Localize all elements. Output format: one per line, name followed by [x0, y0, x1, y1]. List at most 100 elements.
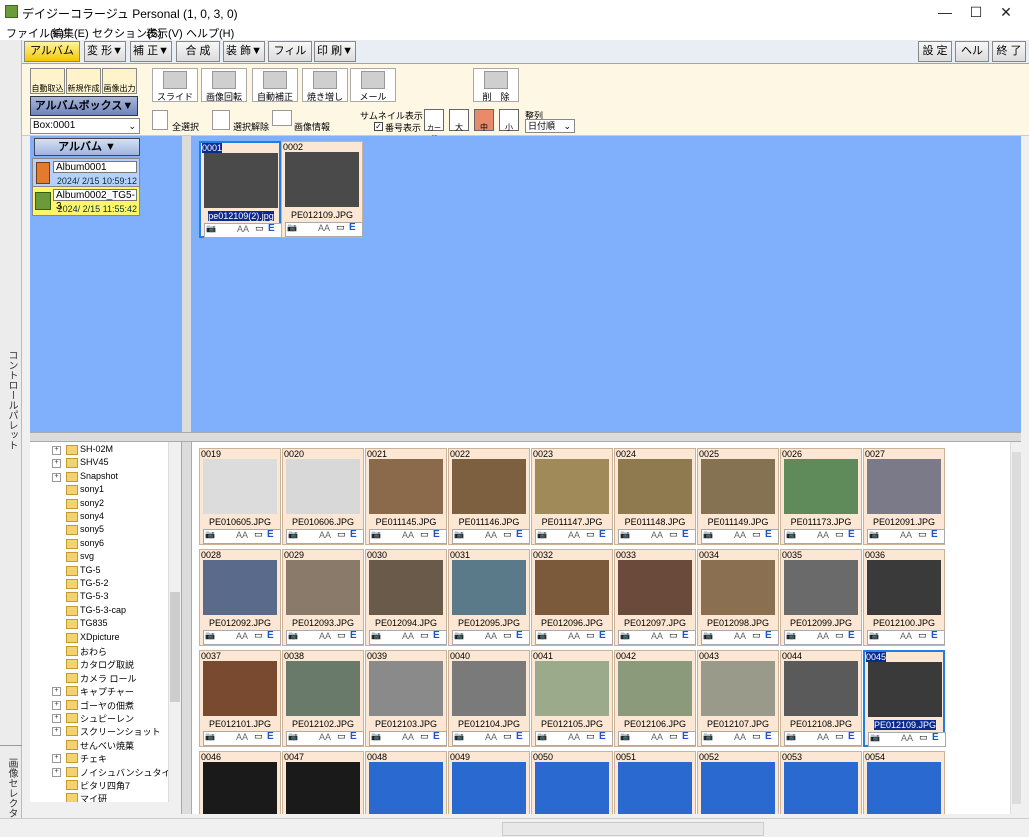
frame-icon[interactable]: ▭	[420, 529, 429, 540]
edit-icon[interactable]: E	[268, 223, 275, 234]
auto-import-button[interactable]: 自動取込	[30, 68, 65, 94]
camera-icon[interactable]: 📷	[869, 530, 879, 539]
thumbnail-card[interactable]: 0051📷AA▭E	[614, 751, 696, 814]
deselect-button[interactable]: 選択解除	[233, 120, 269, 133]
camera-icon[interactable]: 📷	[869, 631, 879, 640]
camera-icon[interactable]: 📷	[371, 631, 381, 640]
folder-tree-item[interactable]: sony4	[66, 511, 104, 524]
edit-icon[interactable]: E	[349, 222, 356, 233]
tree-hscrollbar[interactable]	[30, 802, 180, 814]
text-icon[interactable]: AA	[485, 732, 497, 742]
frame-icon[interactable]: ▭	[254, 630, 263, 641]
thumbnail-card[interactable]: 0039 PE012103.JPG 📷 AA ▭ E	[365, 650, 447, 747]
box-select[interactable]: Box:0001 ⌄	[30, 118, 140, 134]
mail-button[interactable]: メール	[350, 68, 396, 102]
folder-tree-item[interactable]: XDpicture	[66, 632, 120, 645]
text-icon[interactable]: AA	[319, 530, 331, 540]
thumbnail-card[interactable]: 0031 PE012095.JPG 📷 AA ▭ E	[448, 549, 530, 646]
text-icon[interactable]: AA	[900, 530, 912, 540]
tab-transform[interactable]: 変 形▼	[84, 41, 126, 62]
frame-icon[interactable]: ▭	[420, 731, 429, 742]
frame-icon[interactable]: ▭	[669, 630, 678, 641]
text-icon[interactable]: AA	[568, 631, 580, 641]
edit-icon[interactable]: E	[848, 630, 855, 641]
camera-icon[interactable]: 📷	[205, 631, 215, 640]
camera-icon[interactable]: 📷	[205, 732, 215, 741]
folder-tree-item[interactable]: + ゴーヤの佃煮	[52, 699, 134, 712]
text-icon[interactable]: AA	[236, 530, 248, 540]
thumbnail-card[interactable]: 0028 PE012092.JPG 📷 AA ▭ E	[199, 549, 281, 646]
thumbnail-card[interactable]: 0050📷AA▭E	[531, 751, 613, 814]
thumbnail-card[interactable]: 0035 PE012099.JPG 📷 AA ▭ E	[780, 549, 862, 646]
frame-icon[interactable]: ▭	[752, 630, 761, 641]
auto-correct-button[interactable]: 自動補正	[252, 68, 298, 102]
thumbnail-card[interactable]: 0045 PE012109.JPG 📷 AA ▭ E	[863, 650, 946, 747]
image-selector-label[interactable]: 画像セレクタ	[4, 758, 19, 818]
hand-icon[interactable]	[152, 110, 168, 130]
folder-tree-item[interactable]: TG-5	[66, 565, 101, 578]
edit-icon[interactable]: E	[932, 732, 939, 743]
frame-icon[interactable]: ▭	[835, 731, 844, 742]
close-button[interactable]: ✕	[983, 0, 1029, 24]
text-icon[interactable]: AA	[817, 631, 829, 641]
folder-tree-item[interactable]: + ノイシュバンシュタイン	[52, 766, 179, 779]
thumbnail-card[interactable]: 0022 PE011146.JPG 📷 AA ▭ E	[448, 448, 530, 545]
edit-icon[interactable]: E	[848, 529, 855, 540]
expand-icon[interactable]: +	[52, 754, 61, 764]
thumbnail-card[interactable]: 0027 PE012091.JPG 📷 AA ▭ E	[863, 448, 945, 545]
folder-tree-item[interactable]: + チェキ	[52, 752, 107, 765]
image-output-button[interactable]: 画像出力	[102, 68, 137, 94]
camera-icon[interactable]: 📷	[288, 631, 298, 640]
text-icon[interactable]: AA	[402, 631, 414, 641]
menu-edit[interactable]: 編集(E)	[52, 25, 89, 41]
menu-view[interactable]: 表示(V)	[146, 25, 183, 41]
thumbnail-card[interactable]: 0024 PE011148.JPG 📷 AA ▭ E	[614, 448, 696, 545]
thumbnail-card[interactable]: 0041 PE012105.JPG 📷 AA ▭ E	[531, 650, 613, 747]
edit-icon[interactable]: E	[765, 529, 772, 540]
text-icon[interactable]: AA	[237, 224, 249, 234]
edit-icon[interactable]: E	[516, 630, 523, 641]
exit-button[interactable]: 終 了	[992, 41, 1026, 62]
text-icon[interactable]: AA	[901, 733, 913, 743]
size-card-button[interactable]: カード	[424, 109, 444, 142]
folder-tree-item[interactable]: TG-5-2	[66, 578, 109, 591]
frame-icon[interactable]: ▭	[420, 630, 429, 641]
thumbnail-card[interactable]: 0026 PE011173.JPG 📷 AA ▭ E	[780, 448, 862, 545]
text-icon[interactable]: AA	[651, 530, 663, 540]
camera-icon[interactable]: 📷	[206, 224, 216, 233]
expand-icon[interactable]: +	[52, 700, 61, 710]
thumbnail-card[interactable]: 0046📷AA▭E	[199, 751, 281, 814]
reprint-button[interactable]: 焼き増し	[302, 68, 348, 102]
camera-icon[interactable]: 📷	[703, 530, 713, 539]
folder-tree-item[interactable]: せんべい焼菓	[66, 739, 134, 752]
thumbnail-card[interactable]: 0038 PE012102.JPG 📷 AA ▭ E	[282, 650, 364, 747]
folder-tree-item[interactable]: + キャプチャー	[52, 685, 134, 698]
thumbnail-card[interactable]: 0054📷AA▭E	[863, 751, 945, 814]
tab-filter[interactable]: フィルタ▼	[268, 41, 312, 76]
expand-icon[interactable]: +	[52, 472, 61, 482]
edit-icon[interactable]: E	[433, 731, 440, 742]
camera-icon[interactable]: 📷	[786, 631, 796, 640]
expand-icon[interactable]: +	[52, 727, 61, 737]
text-icon[interactable]: AA	[402, 732, 414, 742]
folder-tree-item[interactable]: カタログ取説	[66, 658, 134, 671]
thumbnail-card[interactable]: 0020 PE010606.JPG 📷 AA ▭ E	[282, 448, 364, 545]
camera-icon[interactable]: 📷	[537, 732, 547, 741]
text-icon[interactable]: AA	[734, 732, 746, 742]
folder-tree-item[interactable]: TG-5-3	[66, 591, 109, 604]
edit-icon[interactable]: E	[765, 630, 772, 641]
text-icon[interactable]: AA	[402, 530, 414, 540]
frame-icon[interactable]: ▭	[586, 731, 595, 742]
tab-decorate[interactable]: 装 飾▼	[223, 41, 265, 62]
expand-icon[interactable]: +	[52, 687, 61, 697]
edit-icon[interactable]: E	[267, 529, 274, 540]
expand-icon[interactable]: +	[52, 446, 61, 455]
thumbs-scrollbar[interactable]	[1010, 442, 1021, 814]
folder-tree-item[interactable]: svg	[66, 551, 94, 564]
thumbnail-card[interactable]: 0023 PE011147.JPG 📷 AA ▭ E	[531, 448, 613, 545]
text-icon[interactable]: AA	[485, 530, 497, 540]
select-all-button[interactable]: 全選択	[172, 120, 199, 133]
thumbnail-card[interactable]: 0048📷AA▭E	[365, 751, 447, 814]
frame-icon[interactable]: ▭	[254, 731, 263, 742]
edit-icon[interactable]: E	[433, 630, 440, 641]
